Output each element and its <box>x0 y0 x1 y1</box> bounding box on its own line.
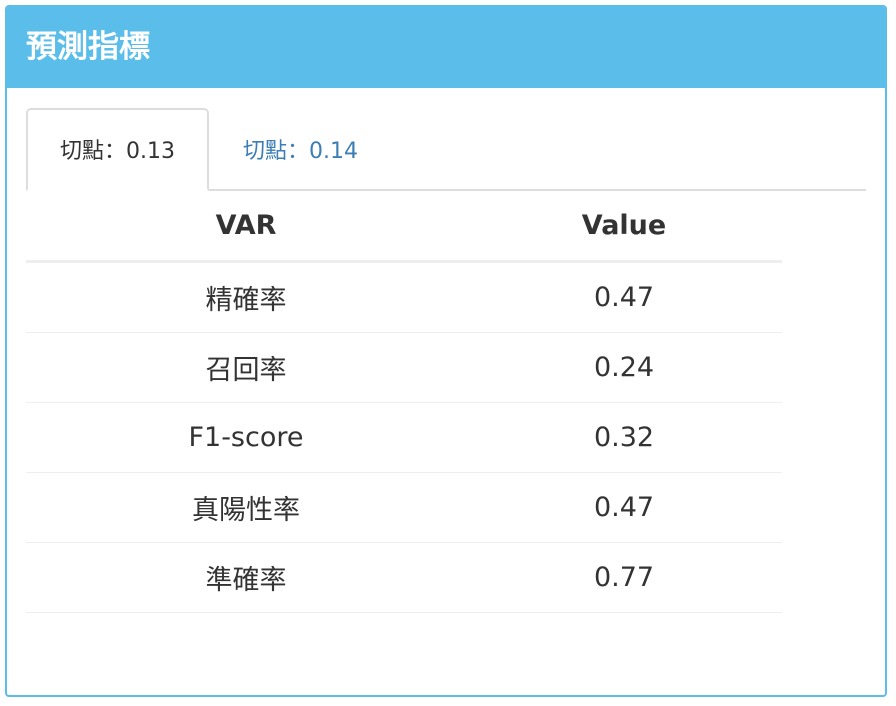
table-header-row: VAR Value <box>26 191 782 263</box>
prediction-metrics-panel: 預測指標 切點：0.13 切點：0.14 VAR Value 精確率 0.47 … <box>5 5 887 697</box>
table-row: 精確率 0.47 <box>26 261 782 333</box>
table-row: 真陽性率 0.47 <box>26 472 782 543</box>
column-header-value: Value <box>466 191 782 263</box>
column-header-var: VAR <box>26 191 466 263</box>
table-row: 召回率 0.24 <box>26 332 782 403</box>
cutoff-tabs: 切點：0.13 切點：0.14 <box>26 108 866 191</box>
metric-value: 0.24 <box>466 332 782 403</box>
metric-name: 精確率 <box>26 261 466 333</box>
metric-name: 真陽性率 <box>26 472 466 543</box>
table-row: F1-score 0.32 <box>26 402 782 473</box>
metric-value: 0.47 <box>466 261 782 333</box>
table-row: 準確率 0.77 <box>26 542 782 613</box>
metrics-table: VAR Value 精確率 0.47 召回率 0.24 F1-score 0.3… <box>26 191 782 613</box>
tab-cutoff-0-14[interactable]: 切點：0.14 <box>209 108 392 191</box>
panel-title: 預測指標 <box>7 7 885 88</box>
metric-name: 召回率 <box>26 332 466 403</box>
tab-cutoff-0-13[interactable]: 切點：0.13 <box>26 108 209 191</box>
metric-value: 0.77 <box>466 542 782 613</box>
metric-value: 0.32 <box>466 402 782 473</box>
metric-value: 0.47 <box>466 472 782 543</box>
metric-name: 準確率 <box>26 542 466 613</box>
panel-body: 切點：0.13 切點：0.14 VAR Value 精確率 0.47 召回率 0… <box>7 88 885 613</box>
metric-name: F1-score <box>26 402 466 473</box>
